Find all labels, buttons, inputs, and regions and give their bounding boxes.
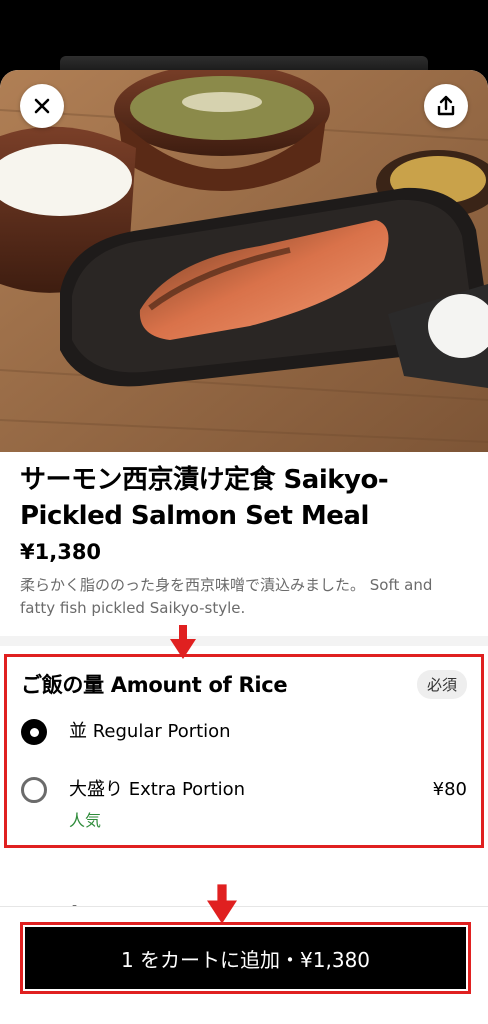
rice-amount-section: ご飯の量 Amount of Rice 必須 並 Regular Portion… [4,654,484,848]
option-extra-portion[interactable]: 大盛り Extra Portion 人気 ¥80 [21,745,467,837]
option-label: 大盛り Extra Portion [69,779,246,800]
option-title: ご飯の量 Amount of Rice [21,673,288,697]
screen: サーモン西京漬け定食 Saikyo-Pickled Salmon Set Mea… [0,0,488,1024]
close-button[interactable] [20,84,64,128]
option-text: 並 Regular Portion [69,719,467,745]
share-icon [437,95,455,116]
close-icon [34,98,50,114]
share-button[interactable] [424,84,468,128]
option-regular-portion[interactable]: 並 Regular Portion [21,699,467,745]
section-divider [0,636,488,646]
item-price: ¥1,380 [20,540,102,564]
hero-image [0,70,488,452]
item-info: サーモン西京漬け定食 Saikyo-Pickled Salmon Set Mea… [0,452,488,620]
food-photo [0,70,488,452]
item-title: サーモン西京漬け定食 Saikyo-Pickled Salmon Set Mea… [20,465,389,531]
annotation-arrow-icon [170,625,196,659]
option-header: ご飯の量 Amount of Rice 必須 [21,669,467,699]
item-description: 柔らかく脂ののった身を西京味噌で漬込みました。 Soft and fatty f… [20,576,433,617]
radio-dot [29,727,39,737]
option-text: 大盛り Extra Portion 人気 [69,777,433,831]
required-badge: 必須 [416,669,467,699]
annotation-arrow-icon [207,884,237,924]
option-label: 並 Regular Portion [69,721,231,742]
radio-selected[interactable] [21,719,47,745]
popular-tag: 人気 [69,811,102,830]
radio-unselected[interactable] [21,777,47,803]
item-detail-sheet: サーモン西京漬け定食 Saikyo-Pickled Salmon Set Mea… [0,70,488,1024]
option-price: ¥80 [432,779,467,800]
add-to-cart-button[interactable]: 1 をカートに追加・¥1,380 [25,927,466,989]
